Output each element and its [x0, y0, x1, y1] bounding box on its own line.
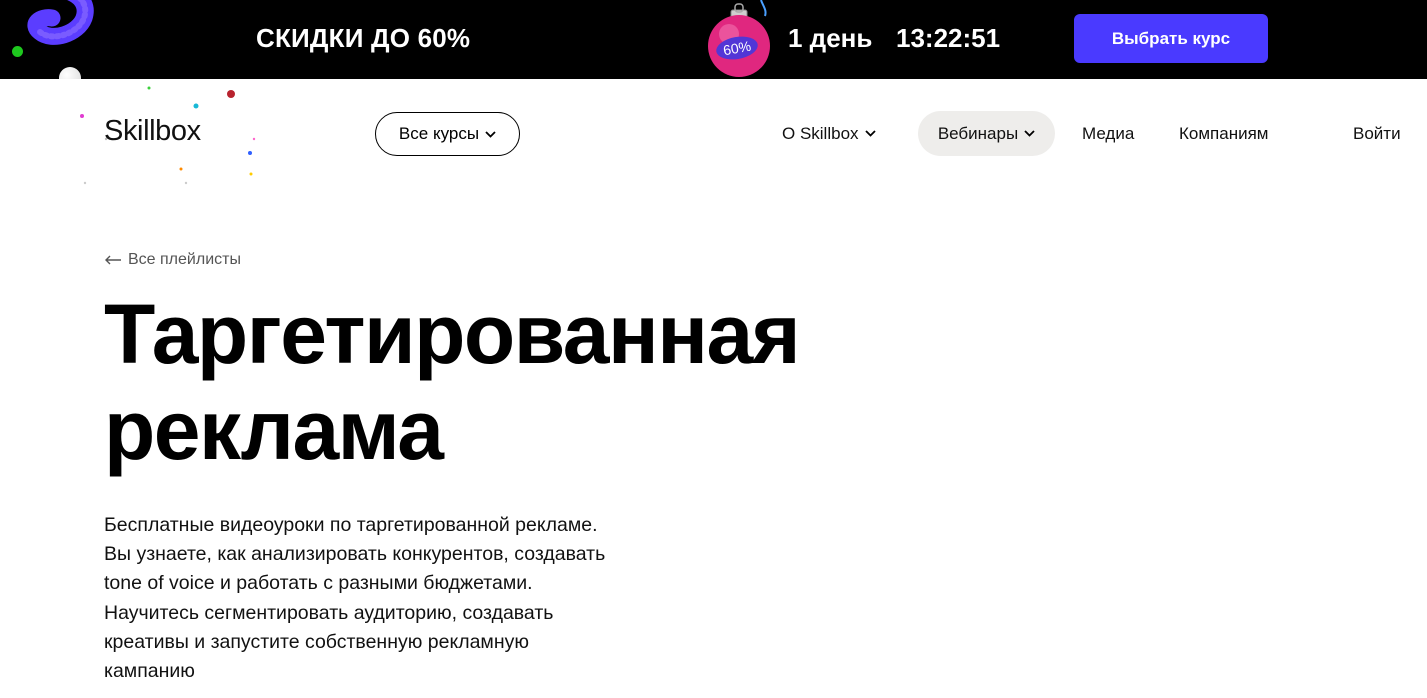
- skillbox-logo[interactable]: Skillbox: [104, 115, 201, 148]
- countdown-days: 1 день: [788, 23, 873, 53]
- arrow-left-icon: [105, 255, 121, 265]
- decorative-ball: [59, 67, 81, 79]
- page-description: Бесплатные видеоуроки по таргетированной…: [104, 514, 606, 683]
- decorative-swirl-icon: [27, 0, 94, 45]
- nav-about-label: О Skillbox: [782, 123, 859, 143]
- all-courses-button[interactable]: Все курсы: [375, 112, 520, 156]
- nav-about[interactable]: О Skillbox: [782, 111, 876, 156]
- back-to-playlists-link[interactable]: Все плейлисты: [104, 251, 241, 269]
- back-link-label: Все плейлисты: [128, 251, 241, 268]
- nav-webinars-label: Вебинары: [937, 123, 1019, 143]
- countdown-timer: 13:22:51: [896, 23, 1001, 53]
- all-courses-label: Все курсы: [398, 124, 480, 143]
- choose-course-button[interactable]: Выбрать курс: [1074, 14, 1268, 63]
- page-title-line-2: реклама: [104, 383, 444, 477]
- login-link[interactable]: Войти: [1353, 111, 1401, 156]
- site-header: Skillbox Все курсы О Skillbox Вебинары М…: [0, 79, 1427, 189]
- decorative-dot: [12, 46, 23, 57]
- promo-headline: СКИДКИ ДО 60%: [256, 23, 471, 53]
- chevron-down-icon: [864, 130, 876, 137]
- page-title: Таргетированная реклама: [104, 286, 924, 478]
- chevron-down-icon: [1024, 130, 1035, 137]
- chevron-down-icon: [485, 130, 496, 138]
- promo-banner: СКИДКИ ДО 60% 60% 1 день 13:22:51 Выбрат…: [0, 0, 1427, 79]
- christmas-ornament-icon: 60%: [708, 0, 770, 77]
- nav-webinars[interactable]: Вебинары: [918, 111, 1055, 156]
- nav-media[interactable]: Медиа: [1082, 111, 1134, 156]
- nav-companies[interactable]: Компаниям: [1179, 111, 1268, 156]
- page-title-line-1: Таргетированная: [104, 287, 801, 381]
